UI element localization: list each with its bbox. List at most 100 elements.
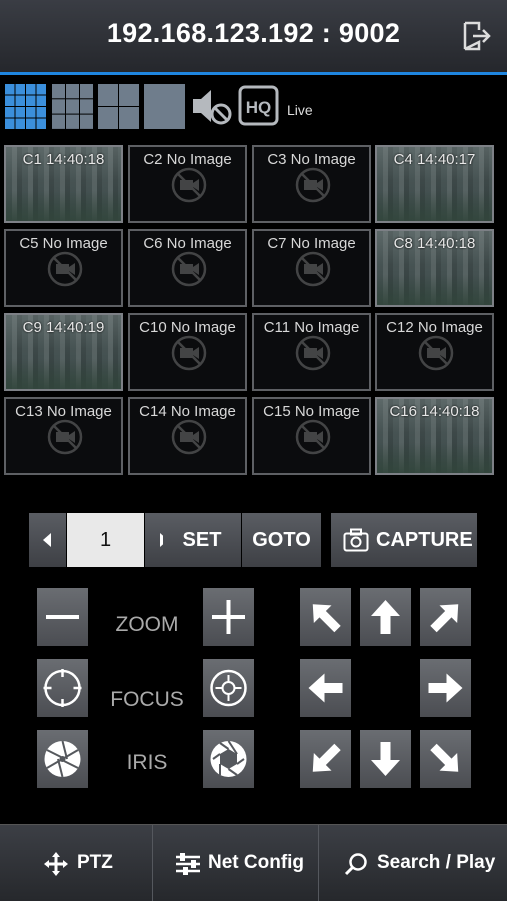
preset-prev-button[interactable] <box>29 513 66 567</box>
camera-tile[interactable]: C15 No Image <box>252 397 371 475</box>
camera-tile[interactable]: C1 14:40:18 <box>4 145 123 223</box>
camera-tile[interactable]: C3 No Image <box>252 145 371 223</box>
camera-label: C5 No Image <box>19 235 108 252</box>
focus-near-button[interactable] <box>37 659 88 717</box>
layout-1-icon[interactable] <box>144 82 186 130</box>
camera-label: C2 No Image <box>143 151 232 168</box>
no-video-icon <box>171 419 207 455</box>
camera-tile[interactable]: C5 No Image <box>4 229 123 307</box>
no-video-icon <box>295 167 331 203</box>
camera-tile[interactable]: C14 No Image <box>128 397 247 475</box>
arrow-up-icon <box>371 600 400 634</box>
capture-button[interactable]: CAPTURE <box>331 513 477 567</box>
ptz-left-button[interactable] <box>300 659 351 717</box>
camera-label: C14 No Image <box>139 403 236 420</box>
header-bar: 192.168.123.192 : 9002 <box>0 0 507 72</box>
preset-bar: 1 SET GOTO <box>29 513 321 567</box>
arrow-down-left-icon <box>312 743 341 772</box>
camera-tile[interactable]: C7 No Image <box>252 229 371 307</box>
camera-tile[interactable]: C4 14:40:17 <box>375 145 494 223</box>
focus-label: FOCUS <box>110 688 184 711</box>
arrow-down-icon <box>371 742 400 776</box>
hq-icon[interactable]: HQ <box>238 82 280 130</box>
minus-icon <box>46 615 79 619</box>
camera-tile[interactable]: C10 No Image <box>128 313 247 391</box>
ptz-right-button[interactable] <box>420 659 471 717</box>
camera-label: C13 No Image <box>15 403 112 420</box>
move-icon <box>44 852 68 876</box>
preset-number-field[interactable]: 1 <box>67 513 144 567</box>
layout-toolbar: HQ Live <box>0 76 507 142</box>
svg-text:HQ: HQ <box>246 98 272 117</box>
layout-4-icon[interactable] <box>98 82 140 130</box>
ptz-up-left-button[interactable] <box>300 588 351 646</box>
camera-tile[interactable]: C9 14:40:19 <box>4 313 123 391</box>
camera-label: C1 14:40:18 <box>22 151 105 168</box>
iris-open-button[interactable] <box>203 730 254 788</box>
camera-tile[interactable]: C16 14:40:18 <box>375 397 494 475</box>
ptz-up-button[interactable] <box>360 588 411 646</box>
zoom-label: ZOOM <box>115 613 179 636</box>
ptz-down-right-button[interactable] <box>420 730 471 788</box>
logout-icon[interactable] <box>461 20 493 52</box>
camera-label: C10 No Image <box>139 319 236 336</box>
bottom-tab-bar: PTZ Net Config Search / Play <box>0 824 507 901</box>
capture-label: CAPTURE <box>376 529 473 551</box>
no-video-icon <box>295 335 331 371</box>
no-video-icon <box>171 335 207 371</box>
no-video-icon <box>418 335 454 371</box>
tab-search-play[interactable]: Search / Play <box>319 825 507 901</box>
page-title: 192.168.123.192 : 9002 <box>106 18 401 48</box>
arrow-left-icon <box>308 673 343 703</box>
camera-tile[interactable]: C2 No Image <box>128 145 247 223</box>
camera-label: C16 14:40:18 <box>389 403 480 420</box>
aperture-closed-icon <box>44 740 81 778</box>
camera-grid: C1 14:40:18 C2 No Image C3 No Image C4 14:4… <box>4 145 496 481</box>
tab-ptz[interactable]: PTZ <box>0 825 152 901</box>
focus-far-button[interactable] <box>203 659 254 717</box>
camera-label: C15 No Image <box>263 403 360 420</box>
header-accent-line <box>0 72 507 75</box>
magnifier-icon <box>344 853 367 876</box>
camera-tile[interactable]: C6 No Image <box>128 229 247 307</box>
no-video-icon <box>295 251 331 287</box>
layout-16-icon[interactable] <box>5 82 47 130</box>
iris-close-button[interactable] <box>37 730 88 788</box>
camera-tile[interactable]: C12 No Image <box>375 313 494 391</box>
layout-9-icon[interactable] <box>52 82 94 130</box>
ptz-down-left-button[interactable] <box>300 730 351 788</box>
camera-icon <box>343 528 369 552</box>
preset-set-button[interactable]: SET <box>163 513 241 567</box>
camera-label: C12 No Image <box>386 319 483 336</box>
plus-icon <box>212 600 245 634</box>
no-video-icon <box>171 167 207 203</box>
no-video-icon <box>47 251 83 287</box>
camera-label: C6 No Image <box>143 235 232 252</box>
no-video-icon <box>295 419 331 455</box>
arrow-up-right-icon <box>430 604 459 633</box>
iris-label: IRIS <box>126 751 168 774</box>
focus-near-icon <box>43 669 82 707</box>
tab-ptz-label: PTZ <box>77 852 113 873</box>
camera-label: C3 No Image <box>267 151 356 168</box>
set-label: SET <box>182 529 222 551</box>
sliders-icon <box>176 853 200 875</box>
goto-label: GOTO <box>252 529 311 551</box>
ptz-down-button[interactable] <box>360 730 411 788</box>
camera-tile[interactable]: C13 No Image <box>4 397 123 475</box>
zoom-in-button[interactable] <box>203 588 254 646</box>
zoom-out-button[interactable] <box>37 588 88 646</box>
tab-net-config-label: Net Config <box>208 852 305 873</box>
focus-far-icon <box>210 669 247 707</box>
no-video-icon <box>47 419 83 455</box>
camera-label: C8 14:40:18 <box>393 235 476 252</box>
tab-search-play-label: Search / Play <box>377 852 496 873</box>
camera-tile[interactable]: C11 No Image <box>252 313 371 391</box>
ptz-up-right-button[interactable] <box>420 588 471 646</box>
aperture-open-icon <box>210 740 247 777</box>
camera-tile[interactable]: C8 14:40:18 <box>375 229 494 307</box>
tab-net-config[interactable]: Net Config <box>153 825 318 901</box>
preset-goto-button[interactable]: GOTO <box>242 513 321 567</box>
arrow-up-left-icon <box>312 604 341 633</box>
mute-icon[interactable] <box>190 82 234 130</box>
